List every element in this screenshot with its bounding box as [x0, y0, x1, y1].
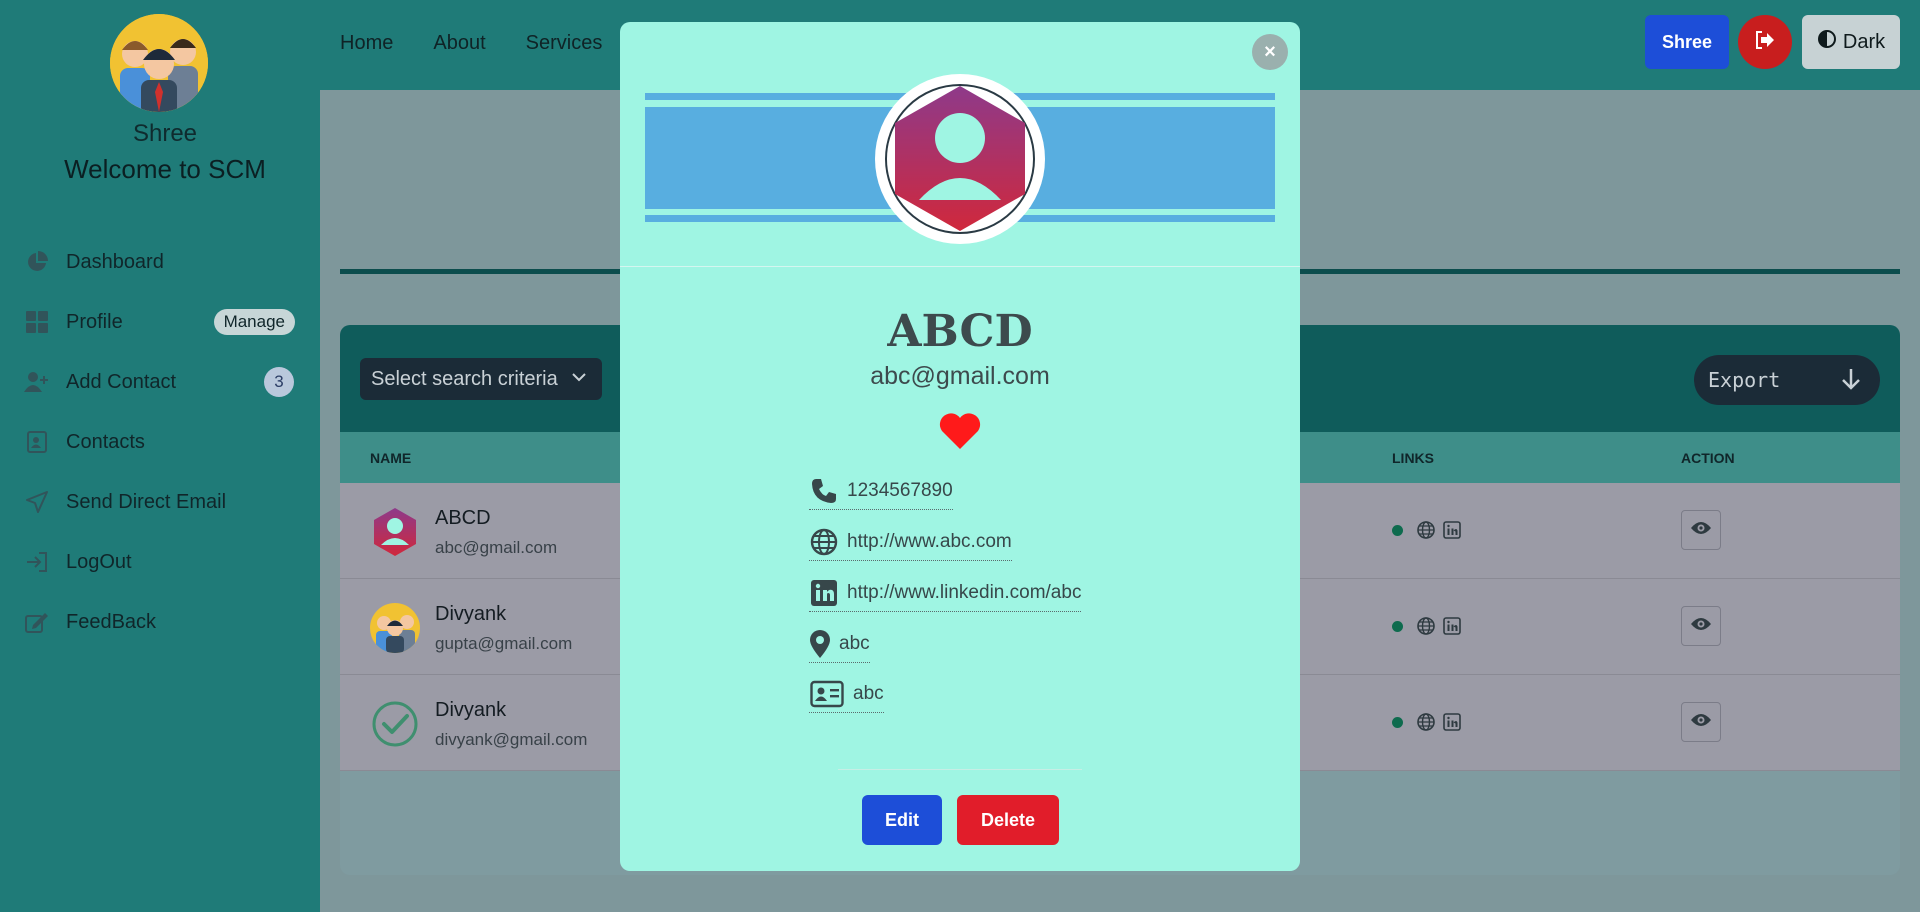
contact-email: gupta@gmail.com: [435, 634, 573, 653]
close-icon: ×: [1264, 40, 1276, 63]
modal-divider: [620, 266, 1300, 267]
top-nav-links: Home About Services: [340, 32, 602, 55]
favorite-heart-icon[interactable]: [938, 411, 982, 456]
linkedin-icon[interactable]: [1443, 617, 1461, 640]
view-contact-button[interactable]: [1681, 702, 1721, 742]
arrow-down-icon: [1840, 367, 1862, 396]
contact-email: divyank@gmail.com: [435, 730, 588, 749]
globe-icon[interactable]: [1417, 521, 1435, 544]
linkedin-icon[interactable]: [1443, 713, 1461, 736]
sidebar-item-label: Dashboard: [66, 250, 164, 273]
address-row: abc: [809, 629, 870, 663]
eye-icon: [1690, 520, 1712, 541]
delete-button[interactable]: Delete: [957, 795, 1059, 845]
search-criteria-select[interactable]: Select search criteria: [360, 358, 602, 400]
contact-name: Divyank: [435, 699, 507, 721]
linkedin-row[interactable]: http://www.linkedin.com/abc: [809, 578, 1082, 612]
export-button[interactable]: Export: [1694, 355, 1880, 405]
eye-icon: [1690, 712, 1712, 733]
sidebar-user-name: Shree: [132, 120, 198, 147]
logout-icon: [1754, 30, 1776, 55]
favorite-dot: [1392, 717, 1403, 728]
header-action: ACTION: [1681, 450, 1735, 466]
sidebar: Shree Welcome to SCM Dashboard Profile M…: [0, 0, 320, 912]
phone-row[interactable]: 1234567890: [809, 476, 953, 510]
sidebar-item-dashboard[interactable]: Dashboard: [0, 232, 320, 292]
header-name: NAME: [370, 450, 412, 466]
sidebar-item-profile[interactable]: Profile Manage: [0, 292, 320, 352]
logout-button[interactable]: [1738, 15, 1792, 69]
contact-avatar: [370, 699, 420, 749]
nav-link-home[interactable]: Home: [340, 32, 393, 55]
website-row[interactable]: http://www.abc.com: [809, 527, 1012, 561]
address-value: abc: [839, 633, 870, 654]
view-contact-button[interactable]: [1681, 510, 1721, 550]
modal-footer-divider: [838, 769, 1082, 770]
sidebar-item-label: FeedBack: [66, 610, 157, 633]
phone-value: 1234567890: [847, 480, 953, 501]
user-plus-icon: [24, 369, 50, 395]
user-button[interactable]: Shree: [1645, 15, 1729, 69]
contact-email-heading: abc@gmail.com: [870, 362, 1050, 390]
sidebar-item-contacts[interactable]: Contacts: [0, 412, 320, 472]
close-button[interactable]: ×: [1252, 34, 1288, 70]
edit-button[interactable]: Edit: [862, 795, 942, 845]
contact-name: ABCD: [435, 507, 491, 529]
map-pin-icon: [809, 629, 831, 659]
contact-name: Divyank: [435, 603, 507, 625]
sidebar-item-add-contact[interactable]: Add Contact 3: [0, 352, 320, 412]
website-value: http://www.abc.com: [847, 531, 1012, 552]
globe-icon[interactable]: [1417, 617, 1435, 640]
grid-icon: [24, 309, 50, 335]
sidebar-item-label: LogOut: [66, 550, 132, 573]
chevron-down-icon: [570, 368, 588, 392]
sidebar-item-label: Send Direct Email: [66, 490, 227, 513]
phone-icon: [809, 476, 839, 506]
sidebar-item-label: Profile: [66, 310, 123, 333]
theme-toggle-label: Dark: [1842, 30, 1886, 53]
contact-avatar: [370, 603, 420, 653]
globe-icon: [809, 527, 839, 557]
favorite-dot: [1392, 621, 1403, 632]
sidebar-welcome: Welcome to SCM: [64, 154, 266, 184]
user-avatar[interactable]: [110, 14, 208, 112]
contact-count-badge: 3: [264, 367, 294, 397]
id-card-icon: [809, 679, 845, 709]
pie-chart-icon: [24, 249, 50, 275]
contact-avatar: [370, 507, 420, 557]
export-label: Export: [1708, 368, 1781, 392]
sidebar-item-logout[interactable]: LogOut: [0, 532, 320, 592]
header-links: LINKS: [1392, 450, 1434, 466]
linkedin-icon: [809, 578, 839, 608]
manage-badge[interactable]: Manage: [213, 309, 295, 335]
sidebar-item-label: Add Contact: [66, 370, 177, 393]
contact-card-icon: [24, 429, 50, 455]
favorite-dot: [1392, 525, 1403, 536]
description-row: abc: [809, 679, 884, 713]
linkedin-icon[interactable]: [1443, 521, 1461, 544]
logout-icon: [24, 549, 50, 575]
paper-plane-icon: [24, 489, 50, 515]
eye-icon: [1690, 616, 1712, 637]
feedback-icon: [24, 609, 50, 635]
contact-email: abc@gmail.com: [435, 538, 558, 557]
sidebar-nav: Dashboard Profile Manage Add Contact 3 C…: [0, 232, 320, 652]
sidebar-item-feedback[interactable]: FeedBack: [0, 592, 320, 652]
contact-detail-modal: × ABCD abc@gmail.com 1234567890 http://w…: [620, 22, 1300, 871]
theme-toggle-button[interactable]: Dark: [1802, 15, 1900, 69]
description-value: abc: [853, 683, 884, 704]
contact-avatar-large: [875, 74, 1045, 244]
search-criteria-label: Select search criteria: [371, 367, 558, 390]
contrast-icon: [1817, 29, 1837, 55]
sidebar-item-send-email[interactable]: Send Direct Email: [0, 472, 320, 532]
nav-link-about[interactable]: About: [433, 32, 485, 55]
linkedin-value: http://www.linkedin.com/abc: [847, 582, 1082, 603]
view-contact-button[interactable]: [1681, 606, 1721, 646]
sidebar-item-label: Contacts: [66, 430, 145, 453]
globe-icon[interactable]: [1417, 713, 1435, 736]
contact-name-heading: ABCD: [887, 306, 1033, 357]
nav-link-services[interactable]: Services: [526, 32, 603, 55]
